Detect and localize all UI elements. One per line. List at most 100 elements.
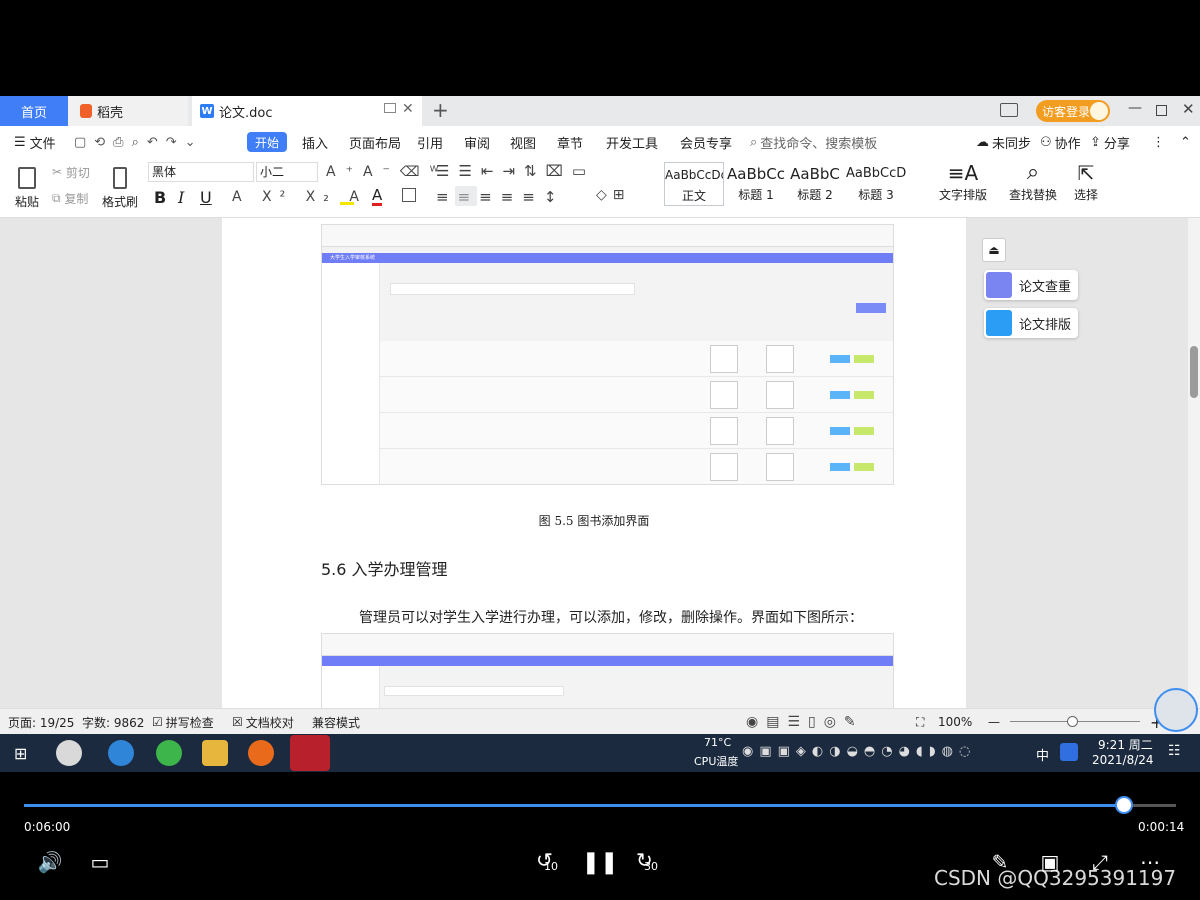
rewind-button[interactable]: ↺ 10 [536, 848, 568, 878]
bold-button[interactable]: B [154, 188, 166, 207]
share-button[interactable]: ⇪ 分享 [1090, 126, 1130, 158]
word-count[interactable]: 字数: 9862 [82, 709, 144, 735]
paper-format-button[interactable]: 论文排版 [984, 308, 1078, 338]
paper-check-button[interactable]: 论文查重 [984, 270, 1078, 300]
tab-home[interactable]: 首页 [0, 96, 68, 126]
collapse-ribbon-icon[interactable]: ⌃ [1180, 126, 1191, 158]
menu-member[interactable]: 会员专享 [680, 126, 732, 158]
text-layout-button[interactable]: ≡A 文字排版 [934, 160, 992, 216]
style-heading-3[interactable]: AaBbCcD 标题 3 [846, 162, 906, 206]
align-center-active[interactable] [455, 186, 477, 206]
quick-access-icons[interactable]: ▢⟲⎙⌕↶↷⌄ [74, 126, 204, 158]
forward-button[interactable]: ↻ 30 [636, 848, 668, 878]
paste-button[interactable]: 粘贴 [10, 160, 44, 216]
menu-view[interactable]: 视图 [510, 126, 536, 158]
app-icon[interactable] [56, 740, 82, 766]
ie-browser-icon[interactable] [108, 740, 134, 766]
embedded-add-button [856, 303, 886, 313]
assistant-mascot-icon[interactable] [1154, 688, 1198, 732]
hamburger-icon: ☰ [14, 134, 26, 150]
menu-reference[interactable]: 引用 [417, 126, 443, 158]
format-painter-button[interactable]: 格式刷 [102, 160, 138, 216]
vertical-scrollbar[interactable] [1188, 218, 1200, 708]
embedded-search-row [384, 686, 564, 696]
visitor-login-button[interactable]: 访客登录 [1036, 100, 1110, 122]
subtitles-icon[interactable]: ▭ [86, 848, 114, 876]
list-controls[interactable]: ☰☰⇤⇥⇅⌧▭ [436, 162, 595, 180]
highlight-icon[interactable] [340, 189, 354, 205]
underline-button[interactable]: U [200, 188, 212, 207]
menu-section[interactable]: 章节 [557, 126, 583, 158]
tab-daoke[interactable]: 稻壳 [68, 96, 188, 126]
copy-label: 复制 [64, 191, 89, 206]
view-mode-icons[interactable]: ◉▤☰▯◎✎ [746, 709, 864, 735]
player-app-icon[interactable] [248, 740, 274, 766]
zoom-slider-knob[interactable] [1067, 716, 1078, 727]
font-name-select[interactable]: 黑体 [148, 162, 254, 182]
style-heading-1[interactable]: AaBbCc 标题 1 [726, 162, 786, 206]
menu-devtools[interactable]: 开发工具 [606, 126, 658, 158]
copy-button[interactable]: ⧉ 复制 [52, 188, 88, 208]
scrollbar-thumb[interactable] [1190, 346, 1198, 398]
embedded-app-header: 大学生入学审核系统 [322, 253, 893, 263]
menu-file-label: 文件 [29, 136, 56, 152]
csdn-watermark: CSDN @QQ3295391197 [934, 866, 1177, 890]
char-border-icon[interactable] [402, 188, 416, 202]
font-size-select[interactable]: 小二 [256, 162, 318, 182]
menu-page-layout[interactable]: 页面布局 [349, 126, 401, 158]
ime-indicator[interactable]: 中 [1036, 745, 1049, 764]
cut-button[interactable]: ✂ 剪切 [52, 162, 90, 182]
volume-icon[interactable]: 🔊 [36, 848, 64, 876]
menu-start[interactable]: 开始 [247, 132, 287, 152]
find-replace-button[interactable]: ⌕ 查找替换 [1006, 160, 1060, 216]
notification-icon[interactable]: ☷ [1168, 743, 1181, 759]
font-size-controls[interactable]: A⁺A⁻⌫ᵂ [326, 164, 448, 180]
avatar [1090, 102, 1108, 120]
copy-icon: ⧉ [52, 190, 61, 205]
tab-document[interactable]: W 论文.doc ✕ [192, 96, 422, 126]
clock-date[interactable]: 2021/8/24 [1092, 753, 1154, 767]
style-heading-1-preview: AaBbCc [727, 165, 785, 183]
italic-button[interactable]: I [178, 188, 184, 207]
fit-page-icon[interactable]: ⛶ [916, 709, 924, 735]
close-window-icon[interactable]: ✕ [1182, 100, 1195, 118]
command-search-placeholder: 查找命令、搜索模板 [760, 136, 878, 152]
menu-file[interactable]: ☰ 文件 [14, 126, 56, 158]
windows-start-icon[interactable]: ⊞ [14, 744, 27, 763]
tray-icons[interactable]: ◉▣▣◈◐◑◒◓◔◕◖◗◍◌ [742, 744, 1042, 762]
clock-time[interactable]: 9:21 周二 [1098, 736, 1153, 753]
pin-icon[interactable] [384, 103, 396, 113]
spell-check-label: 拼写检查 [165, 715, 214, 730]
collab-button[interactable]: ⚇ 协作 [1040, 126, 1081, 158]
shading-border-controls[interactable]: ◇⊞ [596, 187, 631, 203]
close-tab-icon[interactable]: ✕ [402, 101, 414, 117]
page-count-icon[interactable] [1000, 103, 1018, 117]
pause-button[interactable]: ❚❚ [582, 848, 619, 876]
sync-button[interactable]: ☁ 未同步 [976, 126, 1031, 158]
command-search[interactable]: ⌕ 查找命令、搜索模板 [750, 126, 877, 158]
new-tab-button[interactable]: + [432, 98, 449, 122]
menu-review[interactable]: 审阅 [464, 126, 490, 158]
zoom-out-icon[interactable]: — [988, 709, 1000, 735]
panel-collapse-icon[interactable]: ⏏ [982, 238, 1006, 262]
browser-icon[interactable] [156, 740, 182, 766]
doc-proof-button[interactable]: ☒ 文档校对 [232, 709, 294, 735]
file-explorer-icon[interactable] [202, 740, 228, 766]
zoom-level[interactable]: 100% [938, 709, 972, 735]
cloud-icon: ☁ [976, 134, 989, 150]
wps-taskbar-icon[interactable] [290, 735, 330, 771]
ime-q-icon[interactable] [1060, 743, 1078, 761]
collab-label: 协作 [1054, 136, 1081, 152]
menu-insert[interactable]: 插入 [302, 126, 328, 158]
spell-check-toggle[interactable]: ☑ 拼写检查 [152, 709, 214, 735]
more-icon[interactable]: ⋮ [1152, 126, 1165, 158]
document-page[interactable]: 大学生入学审核系统 图 5.5 图书添加界面 5.6 入学办理管理 管理员可以对… [222, 218, 966, 708]
page-indicator[interactable]: 页面: 19/25 [8, 709, 74, 735]
restore-icon[interactable] [1156, 105, 1167, 116]
select-button[interactable]: ⇱ 选择 [1068, 160, 1104, 216]
style-normal[interactable]: AaBbCcDd 正文 [664, 162, 724, 206]
video-progress-knob[interactable] [1115, 796, 1134, 814]
style-heading-2[interactable]: AaBbC 标题 2 [786, 162, 844, 206]
minimize-icon[interactable]: — [1128, 100, 1142, 116]
font-color-icon[interactable]: A [372, 187, 383, 206]
